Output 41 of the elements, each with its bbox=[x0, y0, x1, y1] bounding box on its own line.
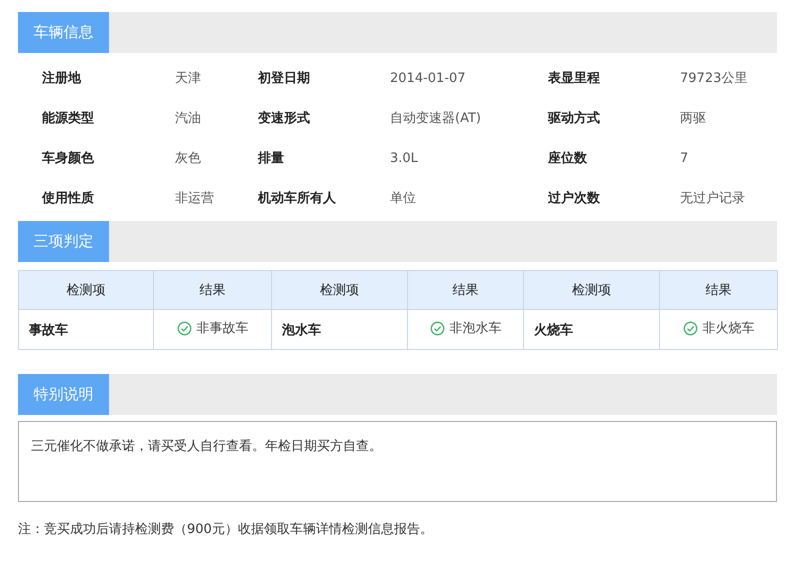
field-value: 自动变速器(AT) bbox=[390, 110, 482, 127]
field-value: 两驱 bbox=[680, 110, 707, 127]
field-label: 排量 bbox=[258, 150, 285, 167]
table-cell: 火烧车 bbox=[524, 310, 660, 350]
field-value: 非运营 bbox=[175, 190, 215, 207]
field-value: 天津 bbox=[175, 70, 202, 87]
field-label: 座位数 bbox=[548, 150, 588, 167]
column-header: 结果 bbox=[660, 270, 778, 310]
field-label: 能源类型 bbox=[42, 110, 95, 127]
table-cell: 泡水车 bbox=[272, 310, 408, 350]
column-header: 检测项 bbox=[272, 270, 408, 310]
table-cell: 事故车 bbox=[18, 310, 154, 350]
field-label: 注册地 bbox=[42, 70, 82, 87]
field-value: 3.0L bbox=[390, 150, 419, 166]
section-title: 特别说明 bbox=[18, 374, 109, 415]
field-label: 过户次数 bbox=[548, 190, 601, 207]
field-label: 机动车所有人 bbox=[258, 190, 337, 207]
field-label: 驱动方式 bbox=[548, 110, 601, 127]
field-label: 表显里程 bbox=[548, 70, 601, 87]
column-header: 结果 bbox=[408, 270, 524, 310]
field-label: 变速形式 bbox=[258, 110, 311, 127]
result-text: 非泡水车 bbox=[450, 320, 502, 338]
field-label: 使用性质 bbox=[42, 190, 95, 207]
field-value: 无过户记录 bbox=[680, 190, 746, 207]
field-label: 车身颜色 bbox=[42, 150, 95, 167]
column-header: 检测项 bbox=[18, 270, 154, 310]
notes-text: 三元催化不做承诺，请买受人自行查看。年检日期买方自查。 bbox=[31, 439, 382, 454]
column-header: 结果 bbox=[154, 270, 272, 310]
column-header: 检测项 bbox=[524, 270, 660, 310]
result-text: 非事故车 bbox=[196, 320, 248, 338]
field-value: 2014-01-07 bbox=[390, 70, 467, 86]
field-value: 灰色 bbox=[175, 150, 202, 167]
field-value: 7 bbox=[680, 150, 690, 166]
footnote: 注：竞买成功后请持检测费（900元）收据领取车辆详情检测信息报告。 bbox=[18, 521, 434, 538]
field-value: 汽油 bbox=[175, 110, 202, 127]
field-value: 单位 bbox=[390, 190, 417, 207]
section-title: 三项判定 bbox=[18, 221, 109, 262]
field-value: 79723公里 bbox=[680, 70, 748, 87]
section-title: 车辆信息 bbox=[18, 12, 109, 53]
result-text: 非火烧车 bbox=[702, 320, 754, 338]
field-label: 初登日期 bbox=[258, 70, 311, 87]
